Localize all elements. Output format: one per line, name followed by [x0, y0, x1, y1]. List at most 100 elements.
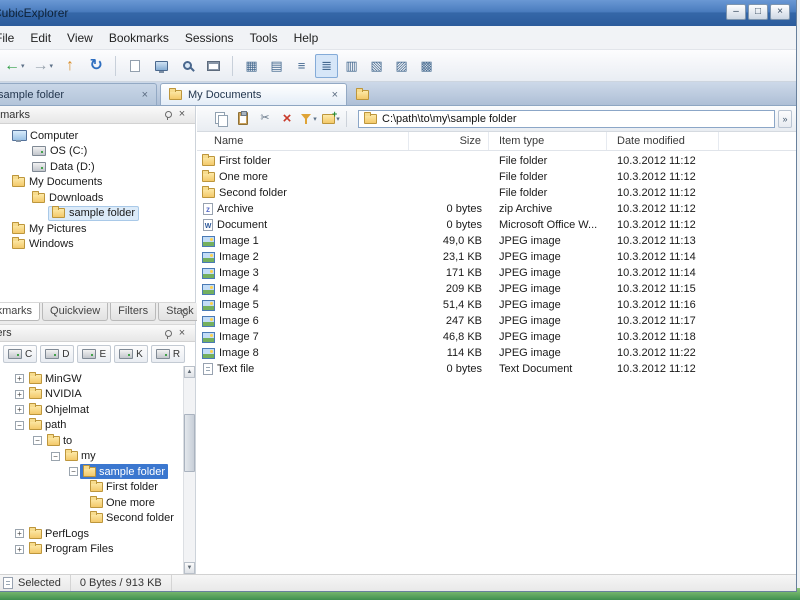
- folder-node[interactable]: NVIDIA: [26, 387, 85, 402]
- up-nav-button[interactable]: ↑: [58, 54, 82, 78]
- folder-node[interactable]: Ohjelmat: [26, 402, 92, 417]
- expand-toggle[interactable]: +: [15, 529, 24, 538]
- menu-item[interactable]: Sessions: [177, 27, 242, 49]
- new-tab-tool-button[interactable]: [123, 54, 147, 78]
- k-drive-button[interactable]: K: [114, 345, 148, 363]
- file-row[interactable]: One more File folder 10.3.2012 11:12: [197, 169, 796, 185]
- bookmark-node[interactable]: Windows: [8, 237, 78, 252]
- folder-tree-item[interactable]: − path: [0, 418, 183, 434]
- file-row[interactable]: Document 0 bytes Microsoft Office W... 1…: [197, 217, 796, 233]
- r-drive-button[interactable]: R: [151, 345, 185, 363]
- expand-toggle[interactable]: −: [33, 436, 42, 445]
- folder-tree-item[interactable]: + MinGW: [0, 371, 183, 387]
- e-drive-button[interactable]: E: [77, 345, 111, 363]
- folder-node[interactable]: Program Files: [26, 542, 116, 557]
- folder-node[interactable]: One more: [87, 495, 158, 510]
- folder-tree-item[interactable]: Second folder: [0, 511, 183, 527]
- forward-nav-button[interactable]: →▾: [30, 54, 57, 78]
- folder-tree-item[interactable]: − my: [0, 449, 183, 465]
- close-panel-icon[interactable]: [176, 327, 188, 340]
- details-view-mode-button[interactable]: ≣: [315, 54, 338, 78]
- bookmarks-panel-tab[interactable]: Bookmarks: [0, 303, 40, 321]
- expand-toggle[interactable]: −: [51, 452, 60, 461]
- bookmark-node[interactable]: OS (C:): [28, 144, 91, 159]
- folder-node[interactable]: path: [26, 418, 69, 433]
- bookmark-node[interactable]: sample folder: [48, 206, 139, 221]
- tab[interactable]: sample folder: [0, 83, 157, 105]
- delete-file-action-button[interactable]: [277, 109, 297, 129]
- column-header-type[interactable]: Item type: [489, 132, 607, 150]
- bookmark-item[interactable]: OS (C:): [0, 144, 195, 160]
- expand-toggle[interactable]: +: [15, 374, 24, 383]
- pin-icon[interactable]: [164, 330, 171, 339]
- tab[interactable]: My Documents: [160, 83, 347, 105]
- small-icons-view-mode-button[interactable]: ▤: [265, 54, 288, 78]
- column-header-name[interactable]: Name: [197, 132, 409, 150]
- bookmark-node[interactable]: Data (D:): [28, 159, 99, 174]
- file-row[interactable]: Image 1 49,0 KB JPEG image 10.3.2012 11:…: [197, 233, 796, 249]
- column-header-date[interactable]: Date modified: [607, 132, 719, 150]
- file-row[interactable]: Second folder File folder 10.3.2012 11:1…: [197, 185, 796, 201]
- bookmark-node[interactable]: My Documents: [8, 175, 106, 190]
- file-row[interactable]: Archive 0 bytes zip Archive 10.3.2012 11…: [197, 201, 796, 217]
- bookmark-item[interactable]: Data (D:): [0, 159, 195, 175]
- file-row[interactable]: Image 8 114 KB JPEG image 10.3.2012 11:2…: [197, 345, 796, 361]
- folder-tree-item[interactable]: First folder: [0, 480, 183, 496]
- bookmark-item[interactable]: Windows: [0, 237, 195, 253]
- bookmark-node[interactable]: Downloads: [28, 190, 107, 205]
- bookmark-item[interactable]: Downloads: [0, 190, 195, 206]
- search-tool-button[interactable]: [175, 54, 199, 78]
- column-header-size[interactable]: Size: [409, 132, 489, 150]
- folder-tree-item[interactable]: + NVIDIA: [0, 387, 183, 403]
- folder-node[interactable]: Second folder: [87, 511, 177, 526]
- file-row[interactable]: Image 2 23,1 KB JPEG image 10.3.2012 11:…: [197, 249, 796, 265]
- folders-scrollbar[interactable]: [183, 366, 195, 574]
- scroll-thumb[interactable]: [184, 414, 195, 472]
- bookmark-item[interactable]: sample folder: [0, 206, 195, 222]
- menu-item[interactable]: Tools: [242, 27, 286, 49]
- large-icons-view-mode-button[interactable]: ▦: [240, 54, 263, 78]
- file-row[interactable]: Image 5 51,4 KB JPEG image 10.3.2012 11:…: [197, 297, 796, 313]
- menu-item[interactable]: Edit: [22, 27, 59, 49]
- menu-item[interactable]: Help: [286, 27, 327, 49]
- folder-tree-item[interactable]: − sample folder: [0, 464, 183, 480]
- tab-close-icon[interactable]: [142, 89, 148, 101]
- folder-node[interactable]: sample folder: [80, 464, 168, 479]
- menu-item[interactable]: View: [59, 27, 101, 49]
- menu-item[interactable]: File: [0, 27, 22, 49]
- bookmark-item[interactable]: My Documents: [0, 175, 195, 191]
- filter-file-action-button[interactable]: ▾: [299, 109, 319, 129]
- folder-tree-item[interactable]: − to: [0, 433, 183, 449]
- bookmark-node[interactable]: My Pictures: [8, 221, 90, 236]
- address-bar[interactable]: C:\path\to\my\sample folder: [358, 110, 775, 128]
- filmstrip-tool-button[interactable]: [201, 54, 225, 78]
- copy-file-action-button[interactable]: [211, 109, 231, 129]
- tiles-view-mode-button[interactable]: ▥: [340, 54, 363, 78]
- pin-icon[interactable]: [180, 309, 187, 318]
- expand-toggle[interactable]: +: [15, 545, 24, 554]
- folder-node[interactable]: MinGW: [26, 371, 85, 386]
- scroll-down-icon[interactable]: [184, 562, 195, 574]
- new-tab-button[interactable]: [356, 90, 369, 100]
- file-row[interactable]: First folder File folder 10.3.2012 11:12: [197, 153, 796, 169]
- folder-tree-item[interactable]: + Program Files: [0, 542, 183, 558]
- file-row[interactable]: Image 4 209 KB JPEG image 10.3.2012 11:1…: [197, 281, 796, 297]
- close-window-button[interactable]: ×: [770, 4, 790, 20]
- folder-tree-item[interactable]: + Ohjelmat: [0, 402, 183, 418]
- close-panel-icon[interactable]: [176, 108, 188, 121]
- folder-tree-item[interactable]: + PerfLogs: [0, 526, 183, 542]
- expand-toggle[interactable]: +: [15, 405, 24, 414]
- folder-tree-item[interactable]: One more: [0, 495, 183, 511]
- thumbnails-view-mode-button[interactable]: ▧: [365, 54, 388, 78]
- cut-file-action-button[interactable]: [255, 109, 275, 129]
- refresh-nav-button[interactable]: ↻: [84, 54, 108, 78]
- titlebar[interactable]: CubicExplorer –□×: [0, 0, 796, 26]
- c-drive-button[interactable]: C: [3, 345, 37, 363]
- tab-close-icon[interactable]: [332, 89, 338, 101]
- scroll-up-icon[interactable]: [184, 366, 195, 378]
- expand-toggle[interactable]: +: [15, 390, 24, 399]
- back-nav-button[interactable]: ←▾: [1, 54, 28, 78]
- file-row[interactable]: Image 3 171 KB JPEG image 10.3.2012 11:1…: [197, 265, 796, 281]
- grouped-view-mode-button[interactable]: ▩: [415, 54, 438, 78]
- toolbar-overflow-button[interactable]: »: [778, 110, 792, 128]
